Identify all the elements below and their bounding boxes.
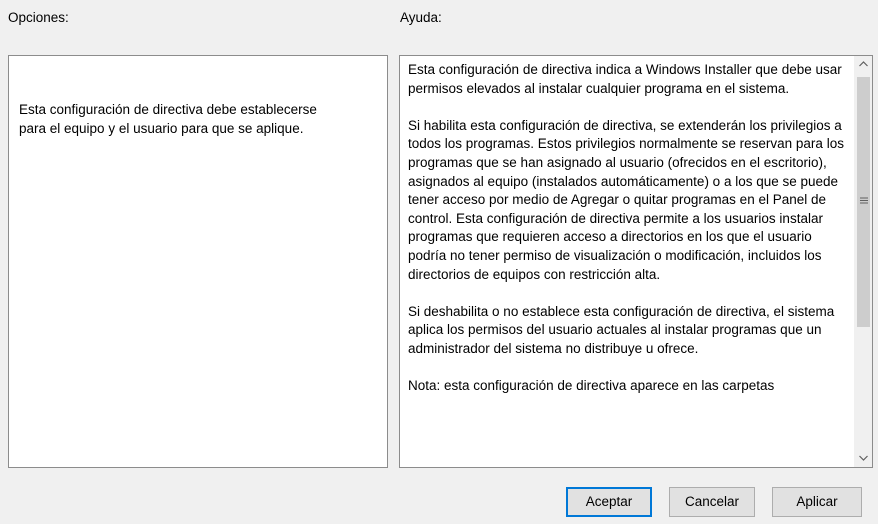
chevron-up-icon[interactable] <box>855 56 872 73</box>
help-label: Ayuda: <box>400 10 442 25</box>
help-panel[interactable]: Esta configuración de directiva indica a… <box>399 55 873 468</box>
accept-button[interactable]: Aceptar <box>566 487 652 517</box>
cancel-button[interactable]: Cancelar <box>669 487 755 517</box>
options-text: Esta configuración de directiva debe est… <box>19 102 317 136</box>
help-text: Esta configuración de directiva indica a… <box>408 62 844 394</box>
scroll-thumb[interactable] <box>857 77 870 327</box>
chevron-down-icon[interactable] <box>855 450 872 467</box>
options-panel: Esta configuración de directiva debe est… <box>8 55 388 468</box>
apply-button[interactable]: Aplicar <box>772 487 862 517</box>
options-label: Opciones: <box>8 10 69 25</box>
help-scrollbar[interactable] <box>854 56 872 467</box>
grip-lines-icon <box>857 194 870 208</box>
